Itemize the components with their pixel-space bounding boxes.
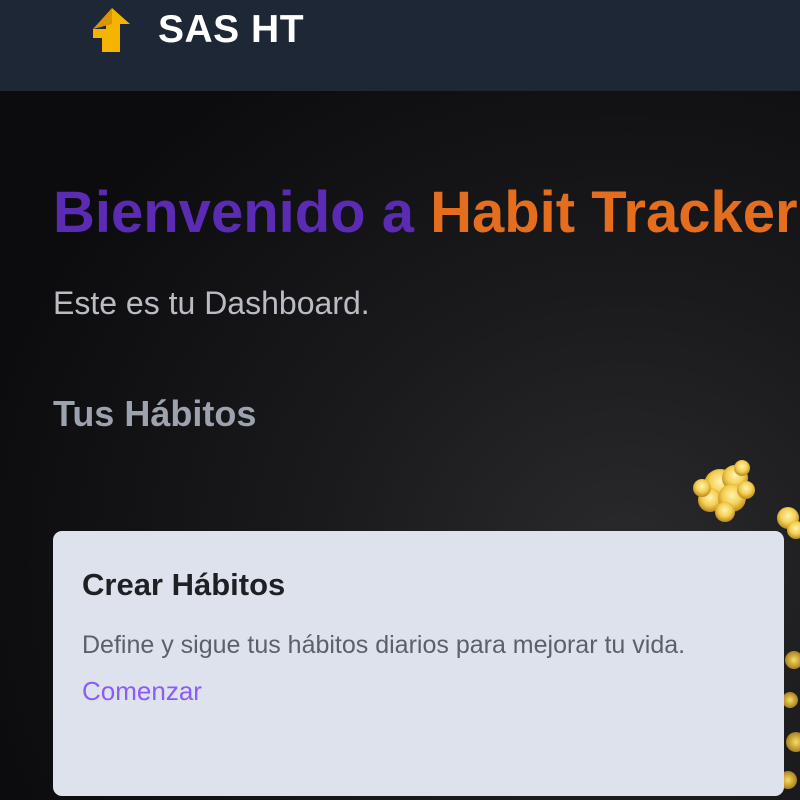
create-habits-card: Crear Hábitos Define y sigue tus hábitos… <box>53 531 784 796</box>
brand-name: SAS HT <box>158 8 305 51</box>
dashboard-page: SAS HT Bienvenido a Habit Tracker Este e… <box>0 0 800 800</box>
house-arrow-icon <box>93 8 130 52</box>
welcome-title-prefix: Bienvenido a <box>53 180 431 245</box>
habits-section-title: Tus Hábitos <box>53 393 257 434</box>
card-description: Define y sigue tus hábitos diarios para … <box>82 631 686 659</box>
brand-link[interactable]: SAS HT <box>90 8 304 52</box>
welcome-title: Bienvenido a Habit Tracker <box>53 176 798 250</box>
card-title: Crear Hábitos <box>82 567 286 602</box>
start-link[interactable]: Comenzar <box>82 671 202 711</box>
top-navbar: SAS HT <box>0 0 800 91</box>
welcome-title-accent: Habit Tracker <box>430 180 798 245</box>
dashboard-subtitle: Este es tu Dashboard. <box>53 285 370 321</box>
